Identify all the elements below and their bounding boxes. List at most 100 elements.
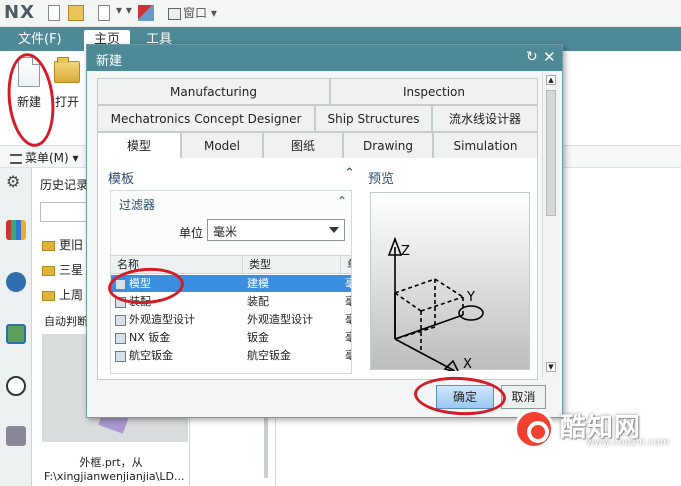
dialog-title-bar[interactable]: 新建 ↻ ✕ <box>87 45 562 71</box>
aero-sheet-metal-template-icon <box>115 350 126 362</box>
tab-model[interactable]: Model <box>181 132 263 159</box>
gear-icon[interactable]: ⚙ <box>6 172 26 192</box>
filter-panel: 过滤器 ⌃ 单位 毫米 名称 类型 单 模型 建模 毫 装配 装配 毫 <box>110 190 352 374</box>
signal-icon[interactable] <box>6 272 26 292</box>
row-type: 外观造型设计 <box>247 313 313 326</box>
chevron-down-icon <box>329 227 339 233</box>
window-icon <box>168 7 181 20</box>
open-button-label: 打开 <box>54 95 79 109</box>
new-dialog: 新建 ↻ ✕ Manufacturing Inspection Mechatro… <box>86 44 563 418</box>
resource-bar: ⚙ <box>0 168 32 486</box>
menu-button[interactable]: 菜单(M) ▾ <box>10 149 79 166</box>
folder-icon <box>42 240 55 251</box>
unit-select[interactable]: 毫米 <box>207 219 345 241</box>
ok-button[interactable]: 确定 <box>436 385 494 409</box>
row-unit: 毫 <box>345 347 351 364</box>
open-button[interactable]: 打开 <box>50 57 84 110</box>
system-tool-icon[interactable] <box>6 426 26 446</box>
table-row[interactable]: 模型 建模 毫 <box>111 275 351 292</box>
dialog-scrollbar[interactable]: ▲ ▼ <box>542 72 559 377</box>
sheet-metal-template-icon <box>115 332 126 344</box>
row-name: 装配 <box>129 295 151 308</box>
dialog-title: 新建 <box>96 54 123 69</box>
row-type: 航空钣金 <box>247 349 291 362</box>
column-header-unit[interactable]: 单 <box>341 256 351 274</box>
table-row[interactable]: NX 钣金 钣金 毫 <box>111 329 351 346</box>
row-unit: 毫 <box>345 293 351 310</box>
unit-label: 单位 <box>179 226 204 240</box>
shape-studio-template-icon <box>115 314 126 326</box>
thumbnail-path: F:\xingjianwenjianjia\LD... <box>44 470 185 483</box>
watermark-url: www.coozhi.com <box>586 437 670 448</box>
row-type: 装配 <box>247 295 269 308</box>
table-row[interactable]: 航空钣金 航空钣金 毫 <box>111 347 351 364</box>
column-header-name[interactable]: 名称 <box>111 256 243 274</box>
history-item-label: 三星 <box>59 263 84 277</box>
new-button[interactable]: 新建 <box>14 57 44 110</box>
tab-simulation[interactable]: Simulation <box>433 132 538 159</box>
history-item[interactable]: 三星 <box>42 261 83 278</box>
collapse-icon[interactable]: ⌃ <box>344 166 355 181</box>
tab-line-designer[interactable]: 流水线设计器 <box>432 105 538 132</box>
tab-drawing-cn[interactable]: 图纸 <box>263 132 343 159</box>
new-document-icon <box>18 57 40 87</box>
row-type: 建模 <box>247 277 269 290</box>
folder-icon <box>42 265 55 276</box>
nx-logo: NX <box>4 2 35 23</box>
tab-file[interactable]: 文件(F) <box>8 30 72 51</box>
watermark-logo-icon <box>514 409 554 449</box>
history-item-label: 上周 <box>59 288 84 302</box>
history-clock-icon[interactable] <box>6 376 26 396</box>
row-name: 模型 <box>129 277 151 290</box>
tab-mechatronics[interactable]: Mechatronics Concept Designer <box>97 105 315 132</box>
history-item-label: 更旧 <box>59 238 84 252</box>
scroll-thumb[interactable] <box>546 90 556 216</box>
history-item[interactable]: 更旧 <box>42 236 83 253</box>
row-name: 外观造型设计 <box>129 313 195 326</box>
filter-collapse-icon[interactable]: ⌃ <box>337 194 347 208</box>
tool-icon[interactable] <box>138 5 154 21</box>
axis-x-label: X <box>463 357 472 371</box>
table-row[interactable]: 装配 装配 毫 <box>111 293 351 310</box>
auto-judge-label: 自动判断 <box>44 315 88 328</box>
watermark: 酷知网 www.coozhi.com <box>514 405 669 451</box>
scroll-down-icon[interactable]: ▼ <box>546 362 556 372</box>
thumbnail-caption: 外框.prt，从 <box>79 456 143 469</box>
tab-drawing[interactable]: Drawing <box>343 132 433 159</box>
new-button-label: 新建 <box>16 95 41 109</box>
close-icon[interactable]: ✕ <box>543 48 556 66</box>
open-folder-icon[interactable] <box>68 5 84 21</box>
tab-manufacturing[interactable]: Manufacturing <box>97 78 330 105</box>
row-type: 钣金 <box>247 331 269 344</box>
filter-heading: 过滤器 <box>119 198 156 212</box>
tab-model-cn[interactable]: 模型 <box>97 132 181 159</box>
new-dropdown-icon[interactable] <box>98 5 110 21</box>
column-header-type[interactable]: 类型 <box>243 256 341 274</box>
reset-icon[interactable]: ↻ <box>526 49 538 65</box>
row-name: NX 钣金 <box>129 331 171 344</box>
row-unit: 毫 <box>345 275 351 292</box>
table-row[interactable]: 外观造型设计 外观造型设计 毫 <box>111 311 351 328</box>
reuse-library-icon[interactable] <box>6 220 26 240</box>
web-browser-icon[interactable] <box>6 324 26 344</box>
preview-axes-icon: Z Y X <box>387 236 484 375</box>
dialog-body: 模板 ⌃ 预览 过滤器 ⌃ 单位 毫米 名称 类型 单 模型 建模 毫 装 <box>97 158 538 380</box>
new-file-icon[interactable] <box>48 5 60 21</box>
open-folder-icon <box>54 57 80 83</box>
dropdown-arrow-icon[interactable]: ▾ ▾ <box>116 3 132 19</box>
tab-ship-structures[interactable]: Ship Structures <box>315 105 432 132</box>
folder-icon <box>42 290 55 301</box>
history-item[interactable]: 上周 <box>42 286 83 303</box>
preview-panel: Z Y X <box>370 192 530 375</box>
tab-inspection[interactable]: Inspection <box>330 78 538 105</box>
window-menu-label: 窗口 ▾ <box>183 6 217 20</box>
axis-y-label: Y <box>466 290 475 305</box>
row-unit: 毫 <box>345 329 351 346</box>
quick-access-toolbar: NX ▾ ▾ 窗口 ▾ <box>0 0 681 27</box>
row-name: 航空钣金 <box>129 349 173 362</box>
row-unit: 毫 <box>345 311 351 328</box>
scroll-up-icon[interactable]: ▲ <box>546 75 556 85</box>
window-menu[interactable]: 窗口 ▾ <box>168 4 217 20</box>
template-table: 名称 类型 单 模型 建模 毫 装配 装配 毫 外观造型设计 外观造型设计 毫 <box>111 255 351 373</box>
templates-section-title: 模板 <box>108 172 135 187</box>
